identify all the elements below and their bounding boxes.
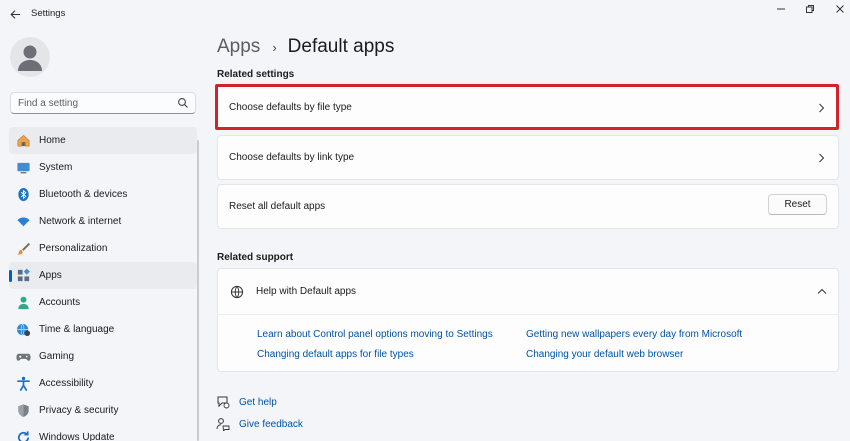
globe-icon [230,285,244,298]
sidebar-item-label: Time & language [39,324,115,335]
feedback-icon [216,418,230,431]
sidebar-item-bluetooth[interactable]: Bluetooth & devices [9,181,197,208]
sidebar-nav: Home System Bluetooth & devices Network … [9,127,197,441]
user-silhouette-icon [18,45,42,71]
sidebar-item-label: Windows Update [39,432,115,441]
sidebar-item-network[interactable]: Network & internet [9,208,197,235]
sidebar-item-privacy[interactable]: Privacy & security [9,397,197,424]
sidebar-item-label: System [39,162,73,173]
get-help-link[interactable]: Get help [239,397,277,408]
help-link-web-browser[interactable]: Changing your default web browser [526,349,683,360]
get-help-icon [217,396,230,409]
choose-defaults-link-type[interactable]: Choose defaults by link type [217,135,839,180]
setting-label: Choose defaults by link type [229,152,355,163]
sidebar-item-label: Accessibility [39,378,94,389]
related-support-heading: Related support [217,252,294,263]
chevron-right-icon [819,103,825,112]
sidebar-item-apps[interactable]: Apps [9,262,197,289]
reset-all-default-apps: Reset all default apps Reset [217,184,839,229]
accessibility-icon [15,376,31,392]
app-title: Settings [31,8,66,19]
system-icon [15,160,31,176]
help-expander-header[interactable]: Help with Default apps [218,269,838,315]
breadcrumb-parent[interactable]: Apps [217,36,260,58]
search-box[interactable] [10,92,196,114]
sidebar-item-label: Network & internet [39,216,122,227]
sidebar-item-label: Home [39,135,66,146]
accounts-icon [15,295,31,311]
globe-clock-icon [15,322,31,338]
sidebar-item-label: Bluetooth & devices [39,189,128,200]
reset-button[interactable]: Reset [768,194,827,215]
update-icon [15,430,31,441]
get-help-row: Get help [216,395,277,409]
close-button[interactable] [829,2,850,16]
help-with-default-apps: Help with Default apps Learn about Contr… [217,268,839,372]
choose-defaults-file-type[interactable]: Choose defaults by file type [217,85,839,130]
setting-label: Choose defaults by file type [229,102,352,113]
search-input[interactable] [11,93,171,113]
avatar[interactable] [10,37,50,77]
close-icon [836,5,844,13]
minimize-button[interactable] [770,2,792,16]
sidebar-item-label: Privacy & security [39,405,119,416]
related-settings-heading: Related settings [217,69,295,80]
active-indicator [9,270,12,282]
chevron-up-icon[interactable] [816,286,828,298]
sidebar-item-accounts[interactable]: Accounts [9,289,197,316]
help-title: Help with Default apps [256,286,357,297]
home-icon [15,133,31,149]
bluetooth-icon [15,187,31,203]
help-link-control-panel[interactable]: Learn about Control panel options moving… [257,329,493,340]
back-button[interactable] [6,5,24,23]
sidebar-item-home[interactable]: Home [9,127,197,154]
sidebar-item-accessibility[interactable]: Accessibility [9,370,197,397]
brush-icon [15,241,31,257]
title-bar: Settings [0,0,850,28]
sidebar-item-label: Personalization [39,243,108,254]
gamepad-icon [15,349,31,365]
sidebar-item-label: Apps [39,270,62,281]
wifi-icon [15,214,31,230]
minimize-icon [777,8,785,10]
breadcrumb-separator: › [272,39,277,55]
chevron-right-icon [819,153,825,162]
sidebar-item-label: Gaming [39,351,75,362]
sidebar-item-gaming[interactable]: Gaming [9,343,197,370]
sidebar-item-time-language[interactable]: Time & language [9,316,197,343]
setting-label: Reset all default apps [229,201,326,212]
maximize-button[interactable] [799,2,821,16]
page-title: Default apps [287,36,395,57]
sidebar-item-windows-update[interactable]: Windows Update [9,424,197,441]
sidebar-scrollbar[interactable] [197,140,199,441]
help-link-wallpapers[interactable]: Getting new wallpapers every day from Mi… [526,329,742,340]
restore-icon [806,5,814,13]
sidebar-item-system[interactable]: System [9,154,197,181]
give-feedback-link[interactable]: Give feedback [239,419,303,430]
sidebar-item-personalization[interactable]: Personalization [9,235,197,262]
give-feedback-row: Give feedback [216,417,303,431]
breadcrumb: Apps › Default apps [217,36,394,58]
search-icon[interactable] [177,97,189,109]
apps-icon [15,268,31,284]
back-arrow-icon [9,9,20,19]
shield-icon [15,403,31,419]
help-link-file-types[interactable]: Changing default apps for file types [257,349,414,360]
sidebar-item-label: Accounts [39,297,81,308]
